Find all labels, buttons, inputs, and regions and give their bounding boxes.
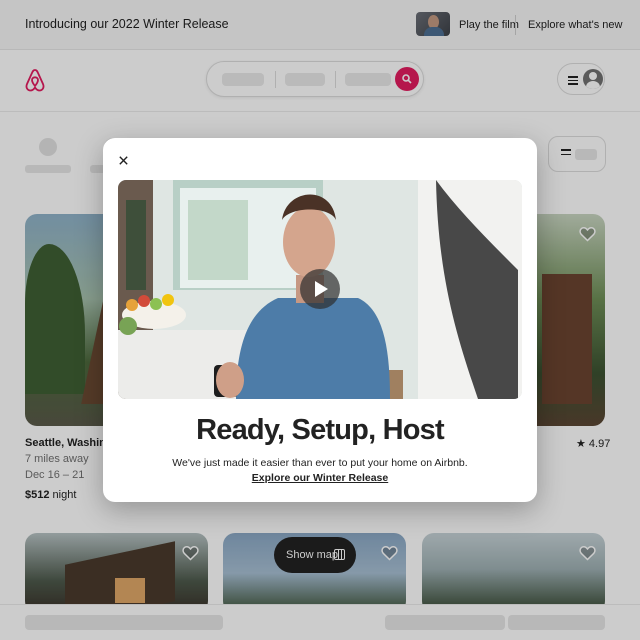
winter-release-modal: Ready, Setup, Host We've just made it ea…: [103, 138, 537, 502]
play-button[interactable]: [300, 269, 340, 309]
close-button[interactable]: [113, 150, 135, 172]
video-player[interactable]: [118, 180, 522, 399]
modal-description: We've just made it easier than ever to p…: [172, 457, 468, 469]
explore-winter-release-link[interactable]: Explore our Winter Release: [252, 472, 388, 484]
modal-title: Ready, Setup, Host: [196, 414, 445, 446]
explore-winter-release-link-row: Explore our Winter Release: [103, 472, 537, 484]
play-icon: [315, 281, 328, 297]
close-icon: [119, 156, 128, 165]
